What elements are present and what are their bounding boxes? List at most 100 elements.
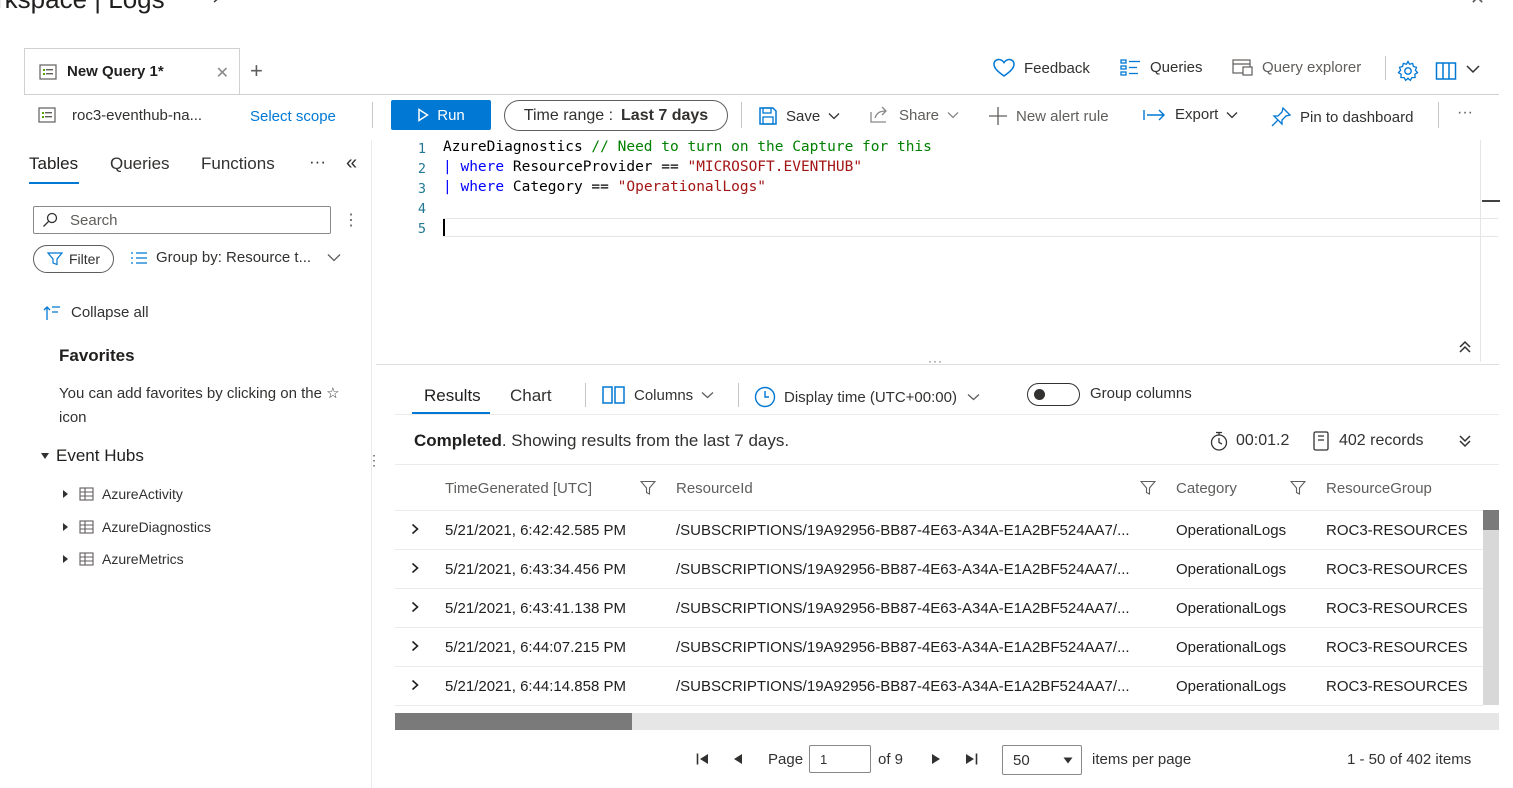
gear-icon[interactable] <box>1397 60 1419 82</box>
splitter-handle[interactable]: ··· <box>928 354 943 368</box>
scope-name: roc3-eventhub-na... <box>72 107 203 124</box>
display-time-dropdown[interactable]: Display time (UTC+00:00) <box>754 386 988 408</box>
collapse-all-button[interactable]: Collapse all <box>43 304 149 321</box>
search-icon <box>42 212 58 228</box>
plus-icon <box>989 107 1007 125</box>
share-button[interactable]: Share <box>869 106 959 124</box>
record-count: 402 records <box>1313 431 1424 451</box>
group-columns-label: Group columns <box>1090 385 1192 402</box>
tab-results[interactable]: Results <box>424 386 481 406</box>
column-header-resourcegroup[interactable]: ResourceGroup <box>1326 480 1432 497</box>
column-filter-icon[interactable] <box>1290 480 1306 496</box>
group-by-icon <box>131 251 147 264</box>
search-more-button[interactable]: ⋮ <box>343 210 359 230</box>
tab-queries[interactable]: Queries <box>110 154 170 174</box>
vertical-scrollbar-thumb[interactable] <box>1483 510 1499 530</box>
editor-scrollbar[interactable] <box>1480 140 1481 362</box>
query-status: Completed. Showing results from the last… <box>414 431 789 451</box>
items-per-page-label: items per page <box>1092 751 1192 768</box>
last-page-icon[interactable] <box>964 753 978 765</box>
export-label: Export <box>1175 106 1219 123</box>
share-label: Share <box>899 106 940 124</box>
query-explorer-button[interactable]: Query explorer <box>1232 58 1361 76</box>
tab-chart[interactable]: Chart <box>510 386 552 406</box>
expand-results-button[interactable] <box>1458 434 1472 448</box>
tree-group-event-hubs[interactable]: Event Hubs <box>40 446 144 466</box>
tree-item-azureactivity[interactable]: AzureActivity <box>62 486 183 502</box>
time-range-picker[interactable]: Time range : Last 7 days <box>504 100 728 131</box>
group-by-label: Group by: Resource t... <box>156 249 312 266</box>
chevron-down-icon <box>1226 111 1238 118</box>
search-box[interactable] <box>33 206 331 234</box>
caret-right-icon <box>63 555 68 563</box>
table-row[interactable]: 5/21/2021, 6:43:41.138 PM /SUBSCRIPTIONS… <box>395 589 1483 628</box>
column-filter-icon[interactable] <box>1140 480 1156 496</box>
chevron-right-icon <box>411 523 419 535</box>
table-row[interactable]: 5/21/2021, 6:44:14.858 PM /SUBSCRIPTIONS… <box>395 667 1483 706</box>
column-header-resourceid[interactable]: ResourceId <box>676 480 753 497</box>
toolbar-divider <box>24 94 1499 95</box>
per-page-value: 50 <box>1013 751 1030 769</box>
query-explorer-label: Query explorer <box>1262 58 1362 76</box>
close-blade-button[interactable]: ✕ <box>1470 0 1485 9</box>
tree-item-azurediagnostics[interactable]: AzureDiagnostics <box>62 519 211 535</box>
feedback-button[interactable]: Feedback <box>992 58 1090 78</box>
tree-item-label: AzureMetrics <box>102 551 184 567</box>
cell-time: 5/21/2021, 6:44:07.215 PM <box>445 639 626 656</box>
page-number-input[interactable]: 1 <box>809 745 871 773</box>
sidebar-more-button[interactable]: ··· <box>309 152 326 172</box>
table-row[interactable]: 5/21/2021, 6:42:42.585 PM /SUBSCRIPTIONS… <box>395 511 1483 550</box>
save-label: Save <box>786 107 821 125</box>
run-button[interactable]: Run <box>391 100 491 130</box>
status-message: . Showing results from the last 7 days. <box>501 431 790 450</box>
clock-icon <box>754 386 776 408</box>
filter-label: Filter <box>68 251 101 267</box>
vertical-scrollbar[interactable] <box>1483 510 1499 705</box>
save-button[interactable]: Save <box>758 106 840 126</box>
tree-item-azuremetrics[interactable]: AzureMetrics <box>62 551 184 567</box>
book-icon[interactable] <box>1435 61 1457 81</box>
pin-to-dashboard-button[interactable]: Pin to dashboard <box>1270 106 1413 128</box>
column-header-category[interactable]: Category <box>1176 480 1237 497</box>
cell-resource-group: ROC3-RESOURCES <box>1326 522 1468 539</box>
favorites-heading: Favorites <box>59 346 135 365</box>
export-button[interactable]: Export <box>1143 106 1238 123</box>
double-chevron-down-icon <box>1459 435 1471 448</box>
table-row[interactable]: 5/21/2021, 6:43:34.456 PM /SUBSCRIPTIONS… <box>395 550 1483 589</box>
filter-button[interactable]: Filter <box>33 245 114 273</box>
previous-page-icon[interactable] <box>732 753 744 765</box>
add-tab-button[interactable]: + <box>250 58 263 84</box>
new-alert-rule-button[interactable]: New alert rule <box>988 106 1109 126</box>
tab-functions[interactable]: Functions <box>201 154 275 174</box>
select-scope-link[interactable]: Select scope <box>250 108 336 125</box>
more-actions-button[interactable]: ··· <box>1457 104 1473 122</box>
query-editor[interactable]: 1 2 3 4 5 AzureDiagnostics // Need to tu… <box>376 138 1499 364</box>
divider <box>1385 56 1386 80</box>
search-input[interactable] <box>70 211 310 229</box>
next-page-icon[interactable] <box>930 753 942 765</box>
first-page-icon[interactable] <box>696 753 710 765</box>
queries-button[interactable]: Queries <box>1120 58 1203 76</box>
collapse-editor-button[interactable] <box>1458 340 1472 354</box>
horizontal-scrollbar-thumb[interactable] <box>395 713 632 730</box>
close-tab-icon[interactable]: ✕ <box>216 63 229 83</box>
tab-new-query[interactable]: New Query 1* ✕ <box>24 48 240 94</box>
table-row[interactable]: 5/21/2021, 6:44:07.215 PM /SUBSCRIPTIONS… <box>395 628 1483 667</box>
items-per-page-select[interactable]: 50 <box>1002 745 1082 775</box>
group-columns-toggle[interactable] <box>1027 383 1080 406</box>
pane-resize-handle[interactable]: ⋮ <box>367 452 381 469</box>
tree-item-label: AzureDiagnostics <box>102 519 211 535</box>
favorites-hint: You can add favorites by clicking on the… <box>59 385 340 426</box>
columns-dropdown[interactable]: Columns <box>602 386 722 404</box>
column-header-timegenerated[interactable]: TimeGenerated [UTC] <box>445 480 592 497</box>
collapse-sidebar-button[interactable]: « <box>346 152 357 175</box>
elapsed-value: 00:01.2 <box>1236 432 1290 449</box>
group-by-dropdown[interactable]: Group by: Resource t... <box>130 249 349 266</box>
save-icon <box>759 107 777 125</box>
record-count-value: 402 records <box>1339 432 1424 449</box>
column-filter-icon[interactable] <box>640 480 656 496</box>
chevron-down-icon[interactable] <box>1466 64 1480 74</box>
cell-resource-group: ROC3-RESOURCES <box>1326 561 1468 578</box>
tab-tables[interactable]: Tables <box>29 154 78 174</box>
tree-group-label: Event Hubs <box>56 446 144 465</box>
